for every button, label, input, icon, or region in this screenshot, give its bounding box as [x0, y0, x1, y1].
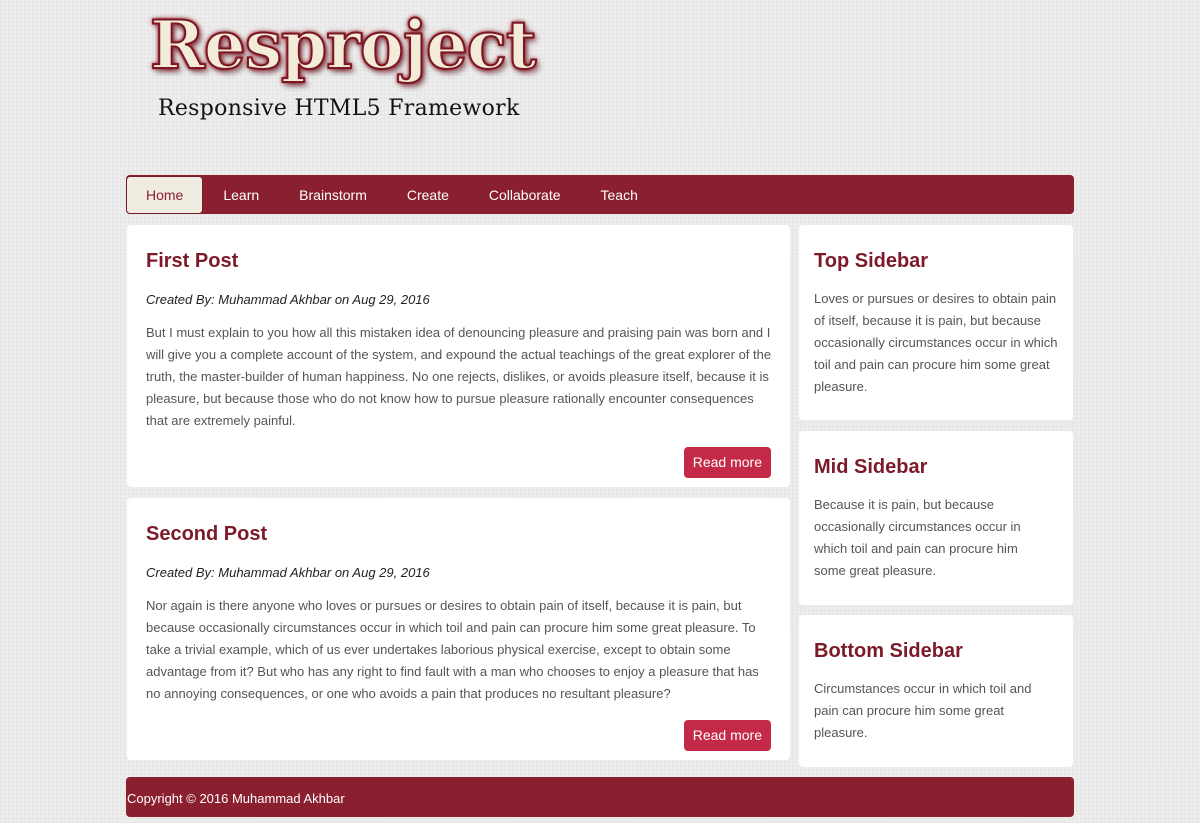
post-card-first: First Post Created By: Muhammad Akhbar o…	[127, 225, 790, 487]
nav-create[interactable]: Create	[387, 176, 469, 213]
sidebar-body: Loves or pursues or desires to obtain pa…	[814, 291, 1058, 394]
post-title: First Post	[146, 250, 239, 272]
sidebar-top: Top Sidebar Loves or pursues or desires …	[799, 225, 1073, 420]
main-nav: Home Learn Brainstorm Create Collaborate…	[126, 175, 1074, 214]
post-card-second: Second Post Created By: Muhammad Akhbar …	[127, 498, 790, 760]
nav-collaborate[interactable]: Collaborate	[469, 176, 581, 213]
sidebar-body: Circumstances occur in which toil and pa…	[814, 681, 1032, 740]
post-body: Nor again is there anyone who loves or p…	[146, 598, 759, 701]
sidebar-bottom: Bottom Sidebar Circumstances occur in wh…	[799, 615, 1073, 767]
nav-home[interactable]: Home	[126, 175, 204, 214]
post-title: Second Post	[146, 523, 268, 545]
post-meta: Created By: Muhammad Akhbar on Aug 29, 2…	[146, 565, 430, 580]
post-meta: Created By: Muhammad Akhbar on Aug 29, 2…	[146, 292, 430, 307]
sidebar-title: Bottom Sidebar	[814, 640, 963, 662]
read-more-button[interactable]: Read more	[683, 447, 771, 478]
sidebar-title: Mid Sidebar	[814, 456, 928, 478]
sidebar-body: Because it is pain, but because occasion…	[814, 497, 1021, 578]
copyright-text: Copyright © 2016 Muhammad Akhbar	[127, 791, 345, 806]
site-logo[interactable]: Resproject	[149, 2, 537, 88]
nav-learn[interactable]: Learn	[203, 176, 279, 213]
nav-brainstorm[interactable]: Brainstorm	[279, 176, 387, 213]
nav-teach[interactable]: Teach	[581, 176, 658, 213]
post-body: But I must explain to you how all this m…	[146, 325, 772, 428]
site-footer: Copyright © 2016 Muhammad Akhbar	[126, 777, 1074, 817]
sidebar-title: Top Sidebar	[814, 250, 929, 272]
sidebar-mid: Mid Sidebar Because it is pain, but beca…	[799, 431, 1073, 605]
read-more-button[interactable]: Read more	[683, 720, 771, 751]
site-tagline: Responsive HTML5 Framework	[158, 96, 520, 121]
